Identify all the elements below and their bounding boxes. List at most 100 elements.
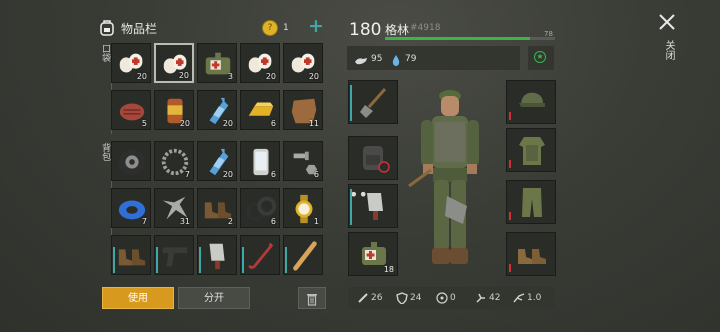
stat-value: 42 (489, 293, 501, 303)
close-icon[interactable] (657, 12, 677, 32)
inventory-slot[interactable]: 31 (154, 188, 194, 228)
pistol-icon (162, 247, 188, 267)
inventory-slot[interactable]: 20 (197, 90, 237, 130)
item-count: 31 (179, 217, 190, 226)
inventory-slot[interactable]: 20 (240, 43, 280, 83)
cleaver-icon (367, 193, 383, 220)
inventory-slot[interactable] (240, 235, 280, 275)
split-button[interactable]: 分开 (178, 287, 250, 309)
close-label[interactable]: 关闭 (661, 40, 676, 60)
character-name: 格林 (385, 23, 410, 37)
character-level: 180 (349, 20, 382, 40)
water-icon (391, 52, 401, 66)
army-cap-icon (519, 92, 545, 107)
inventory-slot[interactable]: 20 (283, 43, 323, 83)
durability-bar (242, 247, 244, 273)
stat-value: 0 (450, 293, 456, 303)
item-count: 6 (270, 119, 276, 128)
trash-button[interactable] (298, 287, 326, 309)
item-count: 20 (222, 170, 233, 179)
item-count: 6 (270, 217, 276, 226)
item-count: 2 (227, 217, 233, 226)
inventory-slot[interactable]: 20 (197, 141, 237, 181)
item-count: 6 (270, 170, 276, 179)
inventory-slot[interactable] (111, 141, 151, 181)
durability-bar (156, 247, 158, 273)
use-button[interactable]: 使用 (102, 287, 174, 309)
cargo-pants-icon (522, 188, 542, 217)
stat-value: 26 (371, 293, 383, 303)
inventory-slot[interactable] (154, 235, 194, 275)
inventory-slot[interactable]: 6 (240, 188, 280, 228)
durability-bar (350, 189, 352, 225)
trash-icon (307, 294, 317, 306)
coin-icon: ? (262, 20, 278, 36)
stat-value: 1.0 (527, 293, 542, 303)
item-count: 6 (313, 170, 319, 179)
inventory-title: 物品栏 (121, 22, 158, 36)
durability-bar (285, 247, 287, 273)
equip-melee-slot[interactable]: •• (348, 184, 398, 228)
inventory-slot[interactable]: 1 (283, 188, 323, 228)
speed-icon (476, 293, 485, 303)
perks-button[interactable]: ★ (528, 46, 554, 70)
durability-bar (509, 264, 511, 272)
crowbar-icon (248, 242, 274, 269)
equip-feet-slot[interactable] (506, 232, 556, 276)
character-id: #4918 (410, 23, 441, 33)
inventory-slot[interactable]: 6 (240, 90, 280, 130)
character-model (405, 86, 495, 276)
inventory-slot[interactable]: 20 (154, 90, 194, 130)
item-count: 20 (222, 119, 233, 128)
inventory-slot[interactable]: 6 (283, 141, 323, 181)
durability-bar (509, 160, 511, 168)
coin-count: 1 (283, 23, 289, 33)
equip-legs-slot[interactable] (506, 180, 556, 224)
equip-medkit-slot[interactable]: 18 (348, 232, 398, 276)
stealth-icon (513, 293, 525, 303)
stat-value: 24 (410, 293, 422, 303)
item-count: 20 (178, 71, 189, 80)
cleaver-icon (209, 243, 225, 270)
equip-weapon-slot[interactable] (348, 80, 398, 124)
item-count: 7 (184, 170, 190, 179)
water-value: 79 (405, 54, 417, 64)
item-count: 11 (308, 119, 319, 128)
inventory-slot[interactable]: 3 (197, 43, 237, 83)
inventory-slot[interactable]: 7 (154, 141, 194, 181)
attack-icon (358, 293, 368, 303)
inventory-slot[interactable]: 2 (197, 188, 237, 228)
xp-bar (385, 37, 555, 40)
equip-head-slot[interactable] (506, 80, 556, 124)
inventory-slot[interactable]: 5 (111, 90, 151, 130)
inventory-slot[interactable]: 20 (111, 43, 151, 83)
star-icon: ★ (534, 51, 546, 63)
durability-bar (113, 247, 115, 273)
durability-bar (509, 112, 511, 120)
body-armor-icon (519, 137, 545, 165)
weapon-count: 18 (383, 265, 394, 274)
add-coins-button[interactable]: + (308, 15, 324, 37)
inventory-slot[interactable]: 7 (111, 188, 151, 228)
inventory-slot[interactable] (197, 235, 237, 275)
inventory-slot[interactable] (111, 235, 151, 275)
baseball-bat-icon (293, 241, 317, 271)
inventory-slot[interactable]: 20 (154, 43, 194, 83)
inventory-slot[interactable]: 11 (283, 90, 323, 130)
item-count: 3 (227, 72, 233, 81)
inventory-slot[interactable] (283, 235, 323, 275)
combat-boots-icon (518, 249, 546, 264)
equip-backpack-slot[interactable] (348, 136, 398, 180)
backpack-icon (98, 18, 116, 36)
durability-bar (199, 247, 201, 273)
tactical-backpack-icon (363, 146, 390, 173)
item-count: 5 (141, 119, 147, 128)
item-count: 20 (265, 72, 276, 81)
durability-bar (509, 212, 511, 220)
boots-icon (118, 249, 146, 266)
equip-body-slot[interactable] (506, 128, 556, 172)
defense-icon (396, 292, 408, 304)
inventory-slot[interactable]: 6 (240, 141, 280, 181)
radiation-icon (436, 292, 448, 304)
durability-bar (350, 85, 352, 121)
